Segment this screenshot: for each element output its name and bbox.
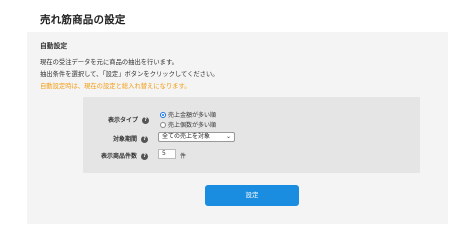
description-line-1: 現在の受注データを元に商品の抽出を行います。: [40, 59, 178, 66]
page-title: 売れ筋商品の設定: [40, 14, 126, 26]
warning-text: 自動設定時は、現在の設定と総入れ替えになります。: [40, 83, 191, 90]
help-icon[interactable]: ?: [141, 136, 149, 143]
radio-label: 売上金額が多い順: [168, 112, 217, 119]
period-label-text: 対象期間: [113, 136, 138, 143]
period-label: 対象期間 ?: [113, 134, 149, 143]
radio-sales-count[interactable]: 売上個数が多い順: [160, 120, 216, 129]
display-type-label-text: 表示タイプ: [108, 117, 139, 124]
help-icon[interactable]: ?: [142, 117, 150, 124]
help-icon[interactable]: ?: [141, 153, 149, 160]
chevron-down-icon: ⌄: [225, 133, 231, 140]
section-title: 自動設定: [40, 42, 68, 50]
radio-button[interactable]: [160, 121, 166, 128]
display-type-label: 表示タイプ ?: [108, 115, 150, 124]
count-label-text: 表示商品件数: [101, 153, 138, 160]
period-select-value: 全ての売上を対象: [162, 133, 211, 140]
count-unit: 件: [180, 153, 187, 160]
count-label: 表示商品件数 ?: [101, 151, 149, 160]
period-select[interactable]: 全ての売上を対象 ⌄: [158, 132, 235, 142]
count-input[interactable]: 5: [158, 149, 176, 159]
description-line-2: 抽出条件を選択して、「設定」ボタンをクリックしてください。: [40, 71, 219, 78]
submit-button[interactable]: 設定: [205, 185, 299, 206]
radio-label: 売上個数が多い順: [168, 122, 217, 129]
radio-sales-amount[interactable]: 売上金額が多い順: [160, 110, 216, 119]
radio-button-checked[interactable]: [160, 111, 166, 118]
